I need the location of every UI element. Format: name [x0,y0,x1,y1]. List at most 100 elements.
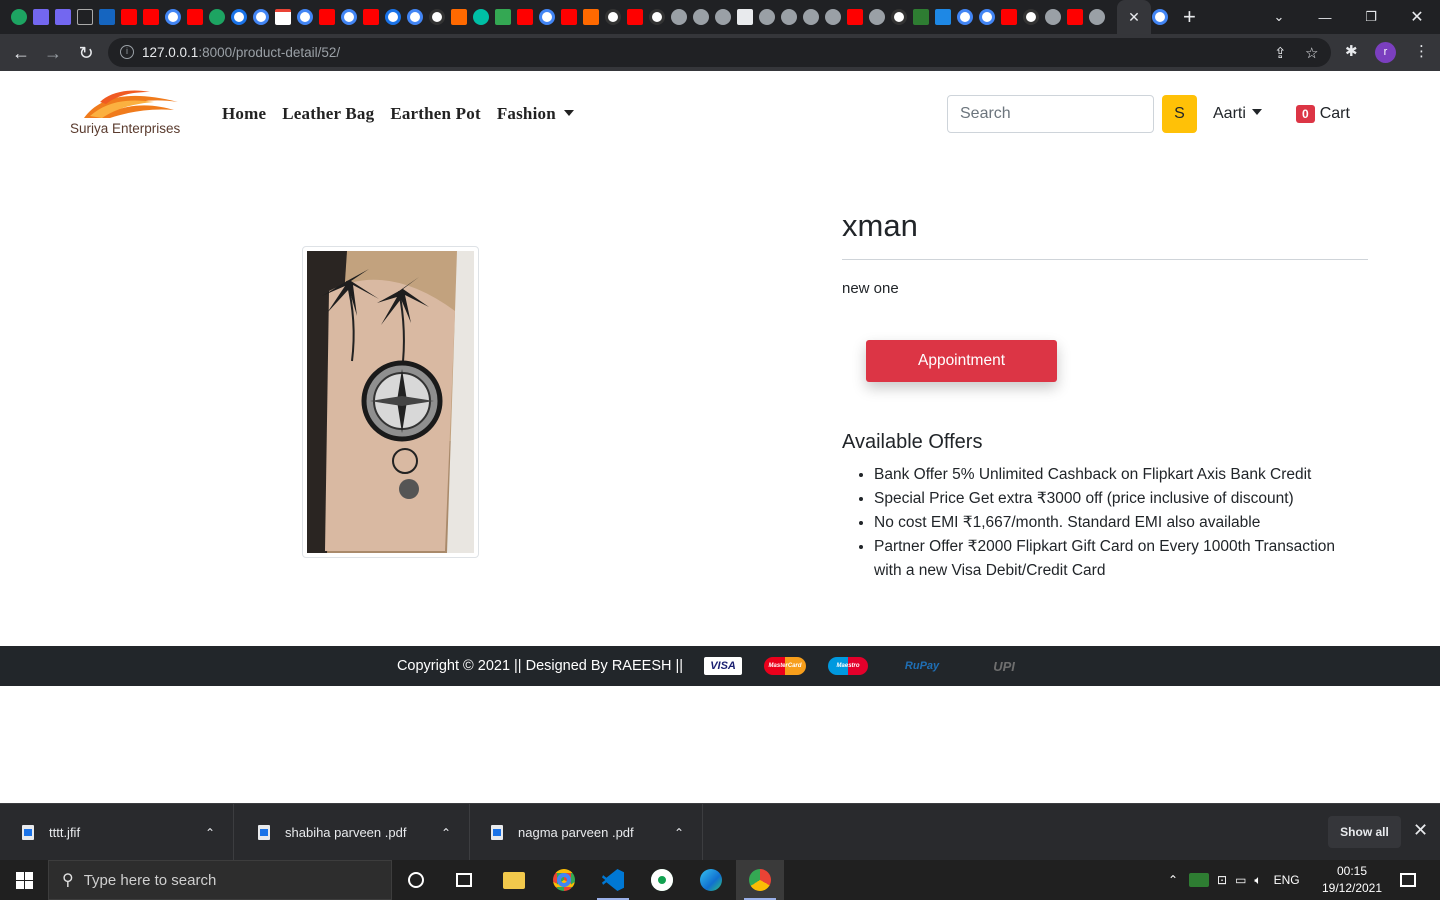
tab[interactable] [74,0,96,34]
forward-button[interactable]: → [40,40,66,66]
tab[interactable] [536,0,558,34]
share-icon[interactable]: ⇪ [1274,44,1287,62]
tab[interactable] [624,0,646,34]
taskbar-search[interactable]: ⚲ Type here to search [48,860,392,900]
download-item[interactable]: tttt.jfif ⌃ [0,804,234,861]
product-image[interactable] [307,251,474,553]
chrome-app[interactable] [540,860,588,900]
extensions-icon[interactable]: ✱ [1345,42,1358,60]
start-button[interactable] [0,860,48,900]
cortana-button[interactable] [392,860,440,900]
close-window-button[interactable]: ✕ [1394,0,1440,34]
bookmark-star-icon[interactable]: ☆ [1305,44,1318,62]
tab[interactable] [8,0,30,34]
tab[interactable] [30,0,52,34]
user-dropdown[interactable]: Aarti [1213,105,1262,123]
menu-kebab-icon[interactable]: ⋮ [1414,42,1429,60]
tab-search-icon[interactable]: ⌄ [1256,0,1302,34]
url-text[interactable]: 127.0.0.1:8000/product-detail/52/ [142,45,340,60]
app-leaf[interactable] [638,860,686,900]
tab[interactable] [910,0,932,34]
tab[interactable] [690,0,712,34]
tab[interactable] [382,0,404,34]
tab[interactable] [206,0,228,34]
tab[interactable] [272,0,294,34]
nav-home[interactable]: Home [222,104,266,124]
tab[interactable] [118,0,140,34]
active-tab[interactable]: ✕ [1117,0,1151,34]
tab[interactable] [646,0,668,34]
address-bar[interactable]: i 127.0.0.1:8000/product-detail/52/ ⇪ ☆ [108,38,1331,67]
network-icon[interactable]: ▭ [1235,873,1246,887]
brand-logo[interactable]: Suriya Enterprises [70,88,192,138]
tab[interactable] [888,0,910,34]
clock[interactable]: 00:15 19/12/2021 [1315,863,1389,897]
tab[interactable] [492,0,514,34]
tab[interactable] [294,0,316,34]
tab[interactable] [866,0,888,34]
search-input[interactable] [947,95,1154,133]
tab[interactable] [756,0,778,34]
tab[interactable] [1086,0,1108,34]
notifications-button[interactable] [1386,860,1430,900]
chevron-up-icon[interactable]: ⌃ [205,826,215,840]
chevron-up-icon[interactable]: ⌃ [1165,873,1181,887]
tab[interactable] [932,0,954,34]
tab[interactable] [96,0,118,34]
tab[interactable] [1064,0,1086,34]
tab[interactable] [844,0,866,34]
tab[interactable] [52,0,74,34]
tab[interactable] [338,0,360,34]
tab[interactable] [580,0,602,34]
tab[interactable] [404,0,426,34]
tab[interactable] [426,0,448,34]
minimize-button[interactable]: — [1302,0,1348,34]
tab[interactable] [514,0,536,34]
restore-button[interactable]: ❐ [1348,0,1394,34]
camera-icon[interactable]: ⊡ [1217,873,1227,887]
tab[interactable] [1042,0,1064,34]
tab[interactable] [998,0,1020,34]
tab[interactable] [800,0,822,34]
nav-leather-bag[interactable]: Leather Bag [282,104,374,124]
cart-link[interactable]: 0 Cart [1296,105,1350,123]
google-icon[interactable] [1152,9,1168,25]
chrome-profile-app[interactable] [736,860,784,900]
tab[interactable] [602,0,624,34]
language-indicator[interactable]: ENG [1274,873,1300,887]
tab[interactable] [712,0,734,34]
download-item[interactable]: shabiha parveen .pdf ⌃ [236,804,470,861]
tab[interactable] [822,0,844,34]
tab[interactable] [668,0,690,34]
edge-app[interactable] [687,860,735,900]
appointment-button[interactable]: Appointment [866,340,1057,382]
back-button[interactable]: ← [8,40,34,66]
tab[interactable] [954,0,976,34]
tab[interactable] [448,0,470,34]
search-button[interactable]: S [1162,95,1197,133]
tab[interactable] [250,0,272,34]
tab[interactable] [1020,0,1042,34]
volume-icon[interactable]: 🔈︎ [1254,873,1261,888]
tab[interactable] [228,0,250,34]
tab[interactable] [558,0,580,34]
info-icon[interactable]: i [120,45,134,59]
show-all-button[interactable]: Show all [1328,816,1401,848]
tab[interactable] [778,0,800,34]
chevron-up-icon[interactable]: ⌃ [674,826,684,840]
download-item[interactable]: nagma parveen .pdf ⌃ [469,804,703,861]
tab[interactable] [470,0,492,34]
tab[interactable] [976,0,998,34]
nav-fashion-dropdown[interactable]: Fashion [497,104,574,124]
tab[interactable] [162,0,184,34]
reload-button[interactable]: ↻ [73,40,99,66]
tab[interactable] [360,0,382,34]
profile-avatar[interactable]: r [1375,42,1396,63]
file-explorer-app[interactable] [490,860,538,900]
chevron-up-icon[interactable]: ⌃ [441,826,451,840]
tab[interactable] [734,0,756,34]
vscode-app[interactable] [589,860,637,900]
tab[interactable] [184,0,206,34]
tab[interactable] [316,0,338,34]
close-icon[interactable]: ✕ [1413,820,1428,841]
